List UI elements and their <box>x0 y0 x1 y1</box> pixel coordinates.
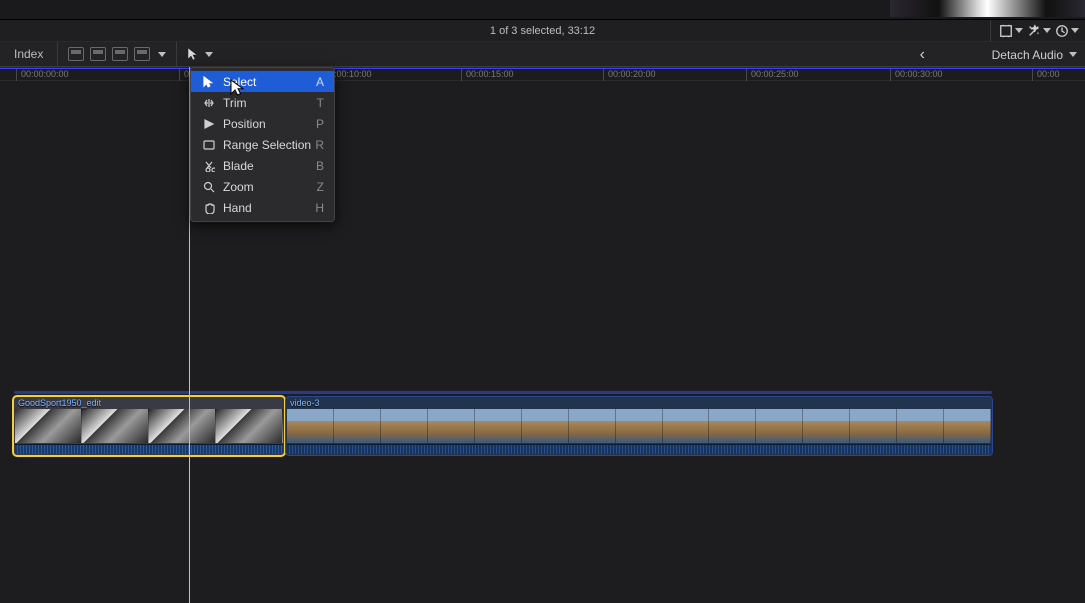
mouse-cursor <box>229 78 249 101</box>
timeline-toolbar: Index ‹ Detach Audio <box>0 42 1085 67</box>
tool-menu-shortcut: P <box>316 117 324 131</box>
tool-menu-shortcut: Z <box>317 180 324 194</box>
tool-menu-shortcut: A <box>316 75 324 89</box>
primary-storyline: GoodSport1950_edit video-3 <box>14 397 1085 457</box>
ruler-tick: 00:00:30:00 <box>890 69 943 81</box>
connected-clip-lane <box>14 391 992 394</box>
transform-tool-button[interactable] <box>999 22 1023 40</box>
clip-video3[interactable]: video-3 <box>286 397 992 455</box>
clip-title: GoodSport1950_edit <box>18 398 101 408</box>
hand-icon <box>201 202 217 214</box>
tool-selector-caret[interactable] <box>205 52 213 57</box>
tool-menu-label: Range Selection <box>223 138 311 152</box>
tool-menu-shortcut: R <box>315 138 324 152</box>
ruler-tick: 00:00 <box>1032 69 1060 81</box>
viewer-tools <box>986 20 1079 41</box>
tool-menu-item-select[interactable]: SelectA <box>191 71 334 92</box>
position-icon <box>201 118 217 130</box>
tool-menu-label: Zoom <box>223 180 254 194</box>
tool-menu-label: Blade <box>223 159 254 173</box>
clip-title: video-3 <box>290 398 320 408</box>
pointer-icon <box>201 76 217 88</box>
divider <box>990 20 991 42</box>
ruler-tick: 00:00:20:00 <box>603 69 656 81</box>
clip-appearance-group <box>58 42 177 67</box>
clip-appearance-3[interactable] <box>112 47 128 61</box>
clip-audio-waveform <box>15 444 283 454</box>
preview-thumbnail <box>890 0 1085 17</box>
ruler-tick: 00:00:25:00 <box>746 69 799 81</box>
tool-menu-item-trim[interactable]: TrimT <box>191 92 334 113</box>
selection-info-text: 1 of 3 selected, 33:12 <box>0 25 1085 37</box>
clip-appearance-2[interactable] <box>90 47 106 61</box>
ruler-tick: 00:00:00:00 <box>16 69 69 81</box>
tool-menu-label: Hand <box>223 201 252 215</box>
range-icon <box>201 139 217 151</box>
timeline-area[interactable]: GoodSport1950_edit video-3 <box>0 81 1085 603</box>
clip-appearance-menu[interactable] <box>158 52 166 57</box>
trim-icon <box>201 97 217 109</box>
selection-info-bar: 1 of 3 selected, 33:12 <box>0 20 1085 42</box>
tool-menu-item-zoom[interactable]: Zoom Z <box>191 176 334 197</box>
clip-goodsport[interactable]: GoodSport1950_edit <box>14 397 284 455</box>
clip-filmstrip <box>15 409 283 443</box>
tool-menu-item-range-selection[interactable]: Range Selection R <box>191 134 334 155</box>
tool-selector[interactable] <box>177 42 223 67</box>
retime-menu-button[interactable] <box>1055 22 1079 40</box>
tool-menu-shortcut: B <box>316 159 324 173</box>
clip-appearance-1[interactable] <box>68 47 84 61</box>
tool-menu-item-position[interactable]: Position P <box>191 113 334 134</box>
clip-appearance-4[interactable] <box>134 47 150 61</box>
tool-menu-item-hand[interactable]: Hand H <box>191 197 334 218</box>
browser-preview-strip <box>0 0 1085 20</box>
enhancement-menu-button[interactable] <box>1027 22 1051 40</box>
timeline-index-button[interactable]: Index <box>0 42 58 67</box>
clip-filmstrip <box>287 409 991 443</box>
tool-menu-label: Position <box>223 117 266 131</box>
timeline-history-back[interactable]: ‹ <box>920 42 925 67</box>
clip-audio-waveform <box>287 444 991 454</box>
tool-menu-shortcut: T <box>317 96 324 110</box>
tool-menu-shortcut: H <box>315 201 324 215</box>
tool-menu-item-blade[interactable]: Blade B <box>191 155 334 176</box>
timeline-ruler[interactable]: 00:00:00:000000:00:10:0000:00:15:0000:00… <box>0 67 1085 81</box>
blade-icon <box>201 160 217 172</box>
tool-dropdown-menu: SelectATrimT Position P Range Selection R Bla… <box>190 67 335 222</box>
ruler-tick: 00:00:15:00 <box>461 69 514 81</box>
zoom-icon <box>201 181 217 193</box>
detach-audio-button[interactable]: Detach Audio <box>992 42 1077 67</box>
